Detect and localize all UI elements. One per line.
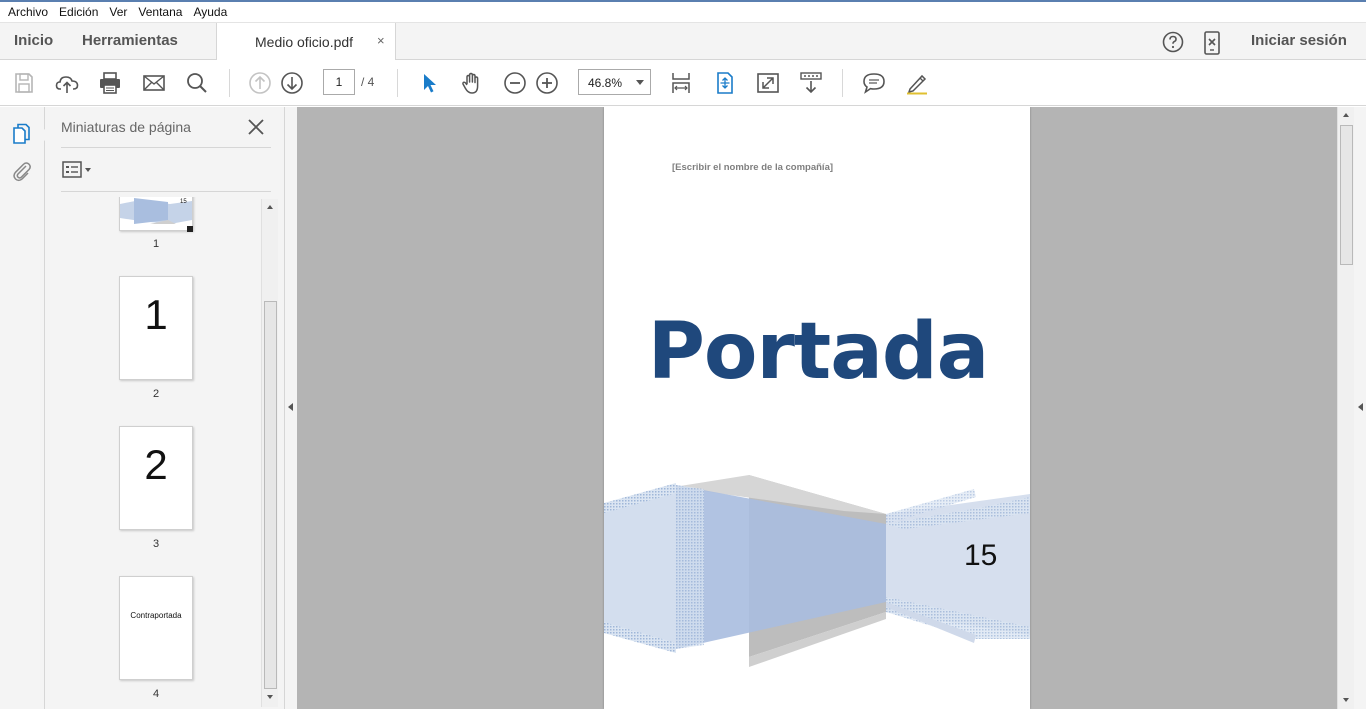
- full-screen-icon[interactable]: [756, 71, 780, 95]
- menu-ayuda[interactable]: Ayuda: [189, 5, 234, 19]
- scroll-up-icon[interactable]: [267, 205, 273, 209]
- menu-edicion[interactable]: Edición: [55, 5, 105, 19]
- thumbnail-options-icon[interactable]: [62, 160, 94, 180]
- thumbnail-label: 3: [152, 538, 160, 550]
- highlight-pen-icon[interactable]: [905, 71, 929, 95]
- scroll-down-icon[interactable]: [267, 695, 273, 699]
- cover-page-number: 15: [964, 539, 998, 572]
- next-page-icon[interactable]: [280, 71, 304, 95]
- toolbar-separator: [842, 69, 843, 97]
- page-number-input[interactable]: 1: [323, 69, 355, 95]
- scrollbar-thumb[interactable]: [1340, 125, 1353, 265]
- thumbnails-list: 15 1 1 2 2 3 Contraportada 4: [45, 197, 261, 707]
- panel-splitter[interactable]: [285, 107, 297, 709]
- help-icon[interactable]: [1162, 31, 1184, 53]
- thumbnail-page-1[interactable]: 15: [119, 197, 193, 231]
- divider: [61, 191, 271, 192]
- scroll-down-icon[interactable]: [1343, 698, 1349, 702]
- menu-ventana[interactable]: Ventana: [134, 5, 189, 19]
- tab-herramientas[interactable]: Herramientas: [82, 23, 178, 59]
- thumbnail-view-marker: [187, 226, 193, 232]
- close-panel-icon[interactable]: [246, 117, 266, 137]
- collapse-panel-icon[interactable]: [288, 403, 293, 411]
- search-icon[interactable]: [185, 71, 209, 95]
- zoom-value: 46.8%: [588, 76, 623, 90]
- thumbnail-content: 2: [144, 441, 168, 488]
- close-tab-icon[interactable]: ×: [377, 33, 385, 48]
- print-icon[interactable]: [98, 71, 122, 95]
- sign-in-link[interactable]: Iniciar sesión: [1251, 23, 1347, 59]
- right-panel-splitter[interactable]: [1354, 107, 1366, 709]
- fit-page-icon[interactable]: [713, 71, 737, 95]
- toolbar: 1 / 4 46.8%: [0, 60, 1366, 106]
- thumbnail-label: 2: [152, 388, 160, 400]
- zoom-out-icon[interactable]: [503, 71, 527, 95]
- comment-icon[interactable]: [862, 71, 886, 95]
- scrollbar-thumb[interactable]: [264, 301, 277, 689]
- cover-decorative-art: [604, 475, 1030, 667]
- panel-title: Miniaturas de página: [61, 119, 191, 135]
- navigation-rail: [0, 107, 45, 709]
- hand-tool-icon[interactable]: [460, 71, 484, 95]
- thumbnail-page-2[interactable]: 1: [119, 276, 193, 380]
- expand-right-panel-icon[interactable]: [1358, 403, 1363, 411]
- page-total: / 4: [361, 75, 375, 89]
- thumbnails-scrollbar[interactable]: [261, 199, 278, 707]
- thumbnail-content: 1: [144, 291, 168, 338]
- chevron-down-icon: [636, 80, 644, 85]
- toolbar-separator: [229, 69, 230, 97]
- thumbnail-1-number: 15: [180, 199, 187, 205]
- thumbnail-page-4[interactable]: Contraportada: [119, 576, 193, 680]
- document-page: [Escribir el nombre de la compañía] Port…: [604, 107, 1030, 709]
- thumbnail-label: 1: [152, 238, 160, 250]
- email-icon[interactable]: [142, 71, 166, 95]
- active-pointer: [38, 129, 45, 141]
- zoom-in-icon[interactable]: [535, 71, 559, 95]
- document-scrollbar[interactable]: [1337, 107, 1354, 709]
- company-name-placeholder: [Escribir el nombre de la compañía]: [672, 162, 834, 173]
- read-mode-icon[interactable]: [799, 71, 823, 95]
- scroll-up-icon[interactable]: [1343, 113, 1349, 117]
- zoom-select[interactable]: 46.8%: [578, 69, 651, 95]
- tab-inicio[interactable]: Inicio: [14, 23, 53, 59]
- thumbnails-panel: Miniaturas de página 15 1 1 2 2 3 Contra…: [45, 107, 285, 709]
- cover-title: Portada: [647, 307, 990, 397]
- document-viewer[interactable]: [Escribir el nombre de la compañía] Port…: [297, 107, 1337, 709]
- menu-archivo[interactable]: Archivo: [4, 5, 55, 19]
- tab-document[interactable]: Medio oficio.pdf ×: [216, 23, 396, 60]
- page-thumbnails-icon[interactable]: [11, 123, 33, 145]
- thumbnail-content: Contraportada: [130, 611, 182, 620]
- menu-bar: Archivo Edición Ver Ventana Ayuda: [0, 2, 1366, 23]
- thumbnail-label: 4: [152, 688, 160, 700]
- toolbar-separator: [397, 69, 398, 97]
- divider: [61, 147, 271, 148]
- select-cursor-icon[interactable]: [418, 71, 442, 95]
- fit-width-icon[interactable]: [669, 71, 693, 95]
- document-tab-title: Medio oficio.pdf: [255, 34, 354, 50]
- save-icon[interactable]: [12, 71, 36, 95]
- attachment-icon[interactable]: [11, 160, 33, 182]
- mobile-link-icon[interactable]: [1203, 31, 1221, 55]
- cloud-upload-icon[interactable]: [55, 71, 79, 95]
- thumbnail-page-3[interactable]: 2: [119, 426, 193, 530]
- menu-ver[interactable]: Ver: [105, 5, 134, 19]
- tab-bar: Inicio Herramientas Medio oficio.pdf × I…: [0, 23, 1366, 60]
- previous-page-icon[interactable]: [248, 71, 272, 95]
